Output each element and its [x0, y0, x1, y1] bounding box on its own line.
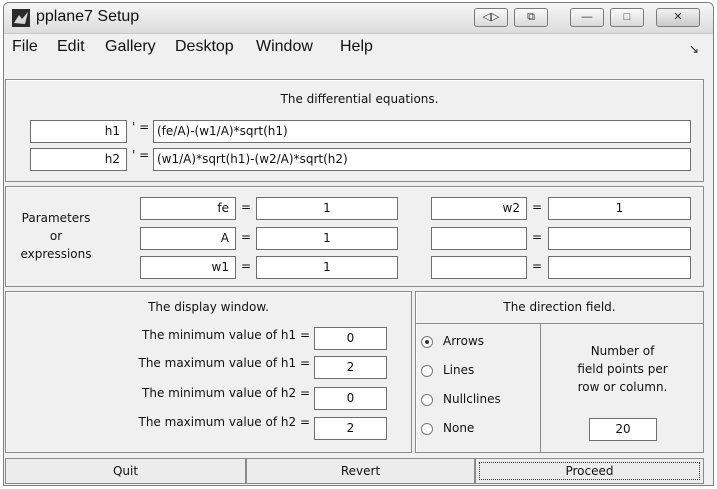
- undock-icon: ⧉: [527, 11, 535, 23]
- parameters-label-line1: Parameters: [21, 211, 91, 225]
- param-value-field[interactable]: 1: [256, 227, 398, 250]
- dock-arrow-icon[interactable]: ↘: [689, 42, 699, 56]
- lines-radio[interactable]: [421, 365, 433, 377]
- direction-field-divider: [415, 323, 704, 324]
- eq2-expression-field[interactable]: (w1/A)*sqrt(h1)-(w2/A)*sqrt(h2): [153, 148, 691, 171]
- menu-file[interactable]: File: [12, 38, 38, 56]
- menu-desktop[interactable]: Desktop: [175, 38, 234, 56]
- close-button[interactable]: ✕: [656, 8, 700, 27]
- nullclines-radio[interactable]: [421, 394, 433, 406]
- h1-max-field[interactable]: 2: [314, 356, 387, 379]
- param-eq-sign: =: [532, 230, 543, 244]
- parameters-label-line3: expressions: [20, 247, 92, 261]
- h1-min-field[interactable]: 0: [314, 327, 387, 350]
- param-eq-sign: =: [241, 259, 252, 273]
- menu-bar: File Edit Gallery Desktop Window Help ↘: [4, 33, 713, 61]
- arrows-label[interactable]: Arrows: [443, 334, 484, 348]
- param-eq-sign: =: [532, 259, 543, 273]
- param-eq-sign: =: [241, 230, 252, 244]
- eq2-prime-label: ' =: [132, 148, 150, 162]
- nullclines-label[interactable]: Nullclines: [443, 392, 501, 406]
- param-name-field[interactable]: w1: [140, 256, 236, 279]
- h2-max-label: The maximum value of h2 =: [138, 415, 311, 429]
- param-name-field[interactable]: A: [140, 227, 236, 250]
- close-icon: ✕: [673, 11, 683, 23]
- eq1-expression-field[interactable]: (fe/A)-(w1/A)*sqrt(h1): [153, 120, 691, 143]
- eq1-prime-label: ' =: [132, 120, 150, 134]
- dock-icon: ◁▷: [482, 11, 500, 23]
- proceed-button[interactable]: Proceed: [475, 458, 704, 484]
- matlab-icon: [12, 9, 30, 27]
- param-name-field[interactable]: w2: [431, 197, 527, 220]
- display-window-caption: The display window.: [148, 300, 269, 314]
- proceed-label: Proceed: [565, 464, 614, 478]
- h1-min-label: The minimum value of h1 =: [142, 328, 310, 342]
- menu-gallery[interactable]: Gallery: [105, 38, 156, 56]
- param-eq-sign: =: [241, 200, 252, 214]
- setup-window: pplane7 Setup ◁▷ ⧉ — □ ✕ File Edit Galle…: [3, 2, 714, 486]
- param-name-field[interactable]: [431, 227, 527, 250]
- h2-min-field[interactable]: 0: [314, 387, 387, 410]
- none-radio[interactable]: [421, 423, 433, 435]
- field-points-label-line1: Number of: [590, 344, 655, 358]
- param-value-field[interactable]: 1: [256, 197, 398, 220]
- dock-button[interactable]: ◁▷: [474, 8, 508, 27]
- quit-label: Quit: [112, 464, 139, 478]
- window-title: pplane7 Setup: [36, 8, 140, 25]
- param-value-field[interactable]: 1: [548, 197, 691, 220]
- minimize-icon: —: [581, 11, 593, 23]
- menu-edit[interactable]: Edit: [57, 38, 85, 56]
- param-name-field[interactable]: fe: [140, 197, 236, 220]
- direction-field-caption: The direction field.: [503, 300, 616, 314]
- maximize-icon: □: [623, 11, 631, 23]
- equations-caption: The differential equations.: [280, 92, 439, 106]
- revert-label: Revert: [340, 464, 381, 478]
- field-points-label-line3: row or column.: [577, 380, 668, 394]
- param-name-field[interactable]: [431, 256, 527, 279]
- eq1-var-field[interactable]: h1: [30, 120, 127, 143]
- param-value-field[interactable]: [548, 227, 691, 250]
- eq2-var-field[interactable]: h2: [30, 148, 127, 171]
- minimize-button[interactable]: —: [570, 8, 604, 27]
- lines-label[interactable]: Lines: [443, 363, 474, 377]
- param-eq-sign: =: [532, 200, 543, 214]
- field-points-label-line2: field points per: [577, 362, 668, 376]
- h1-max-label: The maximum value of h1 =: [138, 356, 311, 370]
- revert-button[interactable]: Revert: [246, 458, 475, 484]
- param-value-field[interactable]: [548, 256, 691, 279]
- undock-button[interactable]: ⧉: [514, 8, 548, 27]
- parameters-label-line2: or: [49, 229, 63, 243]
- arrows-radio[interactable]: [421, 336, 433, 348]
- title-bar: pplane7 Setup ◁▷ ⧉ — □ ✕: [4, 3, 713, 34]
- h2-min-label: The minimum value of h2 =: [142, 386, 310, 400]
- menu-window[interactable]: Window: [256, 38, 313, 56]
- quit-button[interactable]: Quit: [5, 458, 246, 484]
- maximize-button[interactable]: □: [610, 8, 644, 27]
- param-value-field[interactable]: 1: [256, 256, 398, 279]
- none-label[interactable]: None: [443, 421, 474, 435]
- h2-max-field[interactable]: 2: [314, 417, 387, 440]
- field-points-field[interactable]: 20: [589, 418, 657, 441]
- menu-help[interactable]: Help: [340, 38, 373, 56]
